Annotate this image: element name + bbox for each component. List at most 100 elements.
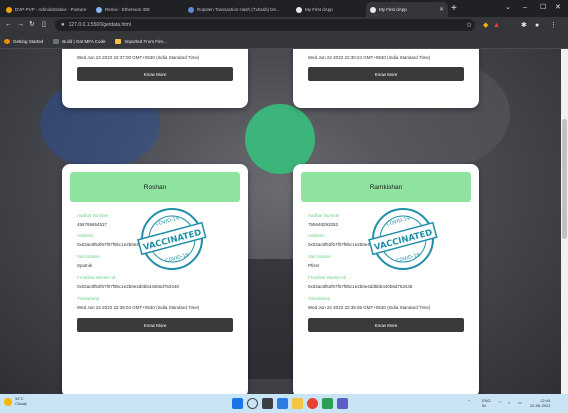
- card-title: Roshan: [70, 172, 240, 202]
- clock[interactable]: 22:44 22-06-2022: [530, 398, 550, 408]
- tab-ropsten[interactable]: Ropsten Transaction Hash (Txhash) De...: [184, 2, 290, 17]
- record-card-roshan: Roshan Aadhar Number 458765654527 Addres…: [62, 164, 248, 394]
- new-tab-icon[interactable]: +: [451, 3, 457, 15]
- record-card: Wed Jun 22 2022 22:30:24 GMT+0530 (India…: [293, 49, 479, 108]
- bookmark-label: Build | Get MFA Code: [62, 38, 106, 44]
- browser-toolbar: ← → ↻ ▯ ● 127.0.0.1:5500/getdata.html ☆ …: [0, 17, 568, 34]
- aadhar-value: 755648293253: [308, 222, 339, 227]
- app-icon[interactable]: [337, 398, 348, 409]
- tab-title: DVP-PVP - Administrative - Posture: [15, 7, 87, 12]
- page-icon: [53, 38, 60, 44]
- svg-text:COVID-19: COVID-19: [155, 216, 180, 228]
- volume-icon[interactable]: ◗: [508, 400, 510, 405]
- know-more-button[interactable]: Know More: [77, 318, 233, 332]
- vaccinated-stamp-icon: VACCINATED COVID-19 COVID-19: [368, 208, 438, 270]
- tab-first-dapp[interactable]: My First dApp: [292, 2, 364, 17]
- know-more-button[interactable]: Know More: [308, 67, 464, 81]
- tab-title: My First dApp: [379, 7, 407, 12]
- minimize-icon[interactable]: –: [523, 2, 527, 14]
- aadhar-label: Aadhar Number: [308, 213, 340, 218]
- record-card: Wed Jun 22 2022 22:37:00 GMT+0530 (India…: [62, 49, 248, 108]
- extension-icon[interactable]: ▲: [493, 21, 500, 30]
- tab-remix[interactable]: Remix - Ethereum IDE: [92, 2, 182, 17]
- vaccination-value: Pfizer: [308, 263, 320, 268]
- worker-value: 0x02ac8f52f67f07f9bc1e2b0e4d0bb440b6d763…: [77, 284, 179, 289]
- vaccination-label: Vaccination: [77, 254, 100, 259]
- know-more-button[interactable]: Know More: [77, 67, 233, 81]
- maximize-icon[interactable]: ☐: [540, 2, 546, 14]
- record-card-ramkishan: Ramkishan Aadhar Number 755648293253 Add…: [293, 164, 479, 394]
- page-scrollbar[interactable]: [561, 49, 568, 394]
- worker-label: Frontline Worker Id: [308, 275, 347, 280]
- reload-icon[interactable]: ↻: [29, 20, 35, 30]
- tab-favicon-icon: [6, 6, 12, 13]
- puzzle-icon[interactable]: ✱: [521, 21, 527, 30]
- site-info-icon[interactable]: ●: [61, 22, 65, 28]
- bookmarks-bar: Getting Started Build | Get MFA Code Imp…: [0, 34, 568, 49]
- folder-icon: [115, 38, 122, 44]
- close-icon[interactable]: ✕: [439, 6, 444, 13]
- tab-dvp[interactable]: DVP-PVP - Administrative - Posture: [2, 2, 90, 17]
- scrollbar-thumb[interactable]: [562, 119, 567, 239]
- svg-text:COVID-19: COVID-19: [396, 252, 421, 264]
- aadhar-label: Aadhar Number: [77, 213, 109, 218]
- timestamp-value: Wed Jun 22 2022 22:30:24 GMT+0530 (India…: [308, 55, 431, 60]
- page-content: Wed Jun 22 2022 22:37:00 GMT+0530 (India…: [0, 49, 561, 394]
- bookmark-label: Getting Started: [13, 38, 44, 44]
- menu-icon[interactable]: ⋮: [550, 21, 557, 30]
- close-window-icon[interactable]: ✕: [555, 2, 561, 14]
- tab-title: Remix - Ethereum IDE: [105, 7, 151, 12]
- extension-icon[interactable]: ◆: [483, 21, 488, 30]
- svg-text:COVID-19: COVID-19: [165, 252, 190, 264]
- chrome-icon[interactable]: [307, 398, 318, 409]
- know-more-button[interactable]: Know More: [308, 318, 464, 332]
- bookmark-mfa-code[interactable]: Build | Get MFA Code: [53, 38, 106, 44]
- battery-icon[interactable]: ▭: [518, 400, 522, 405]
- timestamp-value: Wed Jun 22 2022 22:37:00 GMT+0530 (India…: [77, 55, 200, 60]
- forward-icon[interactable]: →: [17, 20, 24, 30]
- weather-widget[interactable]: 34°C Cloudy: [4, 397, 27, 407]
- tab-favicon-icon: [96, 6, 102, 13]
- wifi-icon[interactable]: ◠: [498, 400, 502, 405]
- tab-first-dapp-active[interactable]: My First dApp ✕: [366, 2, 448, 17]
- vscode-icon[interactable]: [322, 398, 333, 409]
- vaccinated-stamp-icon: VACCINATED COVID-19 COVID-19: [137, 208, 207, 270]
- weather-desc: Cloudy: [15, 402, 27, 406]
- task-view-icon[interactable]: [262, 398, 273, 409]
- timestamp-label: Timestamp: [77, 296, 100, 301]
- tab-favicon-icon: [188, 6, 194, 13]
- aadhar-value: 458765654527: [77, 222, 108, 227]
- timestamp-value: Wed Jun 22 2022 22:35:06 GMT+0530 (India…: [308, 305, 431, 310]
- address-bar[interactable]: ● 127.0.0.1:5500/getdata.html: [55, 19, 475, 31]
- file-explorer-icon[interactable]: [292, 398, 303, 409]
- tab-title: My First dApp: [305, 7, 333, 12]
- weather-sun-icon: [4, 398, 12, 406]
- vaccination-value: Sputnik: [77, 263, 93, 268]
- region-label: IN: [482, 403, 486, 408]
- bookmark-getting-started[interactable]: Getting Started: [4, 38, 44, 44]
- tray-chevron-icon[interactable]: ^: [468, 398, 470, 403]
- language-indicator[interactable]: ENG IN: [482, 398, 491, 408]
- save-icon[interactable]: ▯: [42, 20, 46, 30]
- back-icon[interactable]: ←: [5, 20, 12, 30]
- search-icon[interactable]: [247, 398, 258, 409]
- chevron-down-icon[interactable]: ⌄: [505, 2, 511, 14]
- firefox-icon: [4, 38, 10, 44]
- address-value: 0x02ac8f52f67f07f9bc1e2b0e4...: [308, 242, 374, 247]
- star-icon[interactable]: ☆: [466, 21, 472, 30]
- taskbar: 34°C Cloudy ^ ENG IN ◠ ◗ ▭ 22:44 22-06-2…: [0, 394, 568, 413]
- timestamp-value: Wed Jun 22 2022 22:36:04 GMT+0530 (India…: [77, 305, 200, 310]
- vaccination-label: Vaccination: [308, 254, 331, 259]
- timestamp-label: Timestamp: [308, 296, 331, 301]
- start-windows-icon[interactable]: [232, 398, 243, 409]
- edge-icon[interactable]: [277, 398, 288, 409]
- bookmark-label: Imported From Fire...: [124, 38, 167, 44]
- tab-title: Ropsten Transaction Hash (Txhash) De...: [197, 7, 280, 12]
- address-label: Address: [77, 233, 94, 238]
- address-label: Address: [308, 233, 325, 238]
- bookmark-imported[interactable]: Imported From Fire...: [115, 38, 167, 44]
- svg-text:COVID-19: COVID-19: [386, 216, 411, 228]
- worker-label: Frontline Worker Id: [77, 275, 116, 280]
- tab-strip: DVP-PVP - Administrative - Posture Remix…: [0, 0, 568, 17]
- profile-icon[interactable]: ●: [535, 21, 539, 30]
